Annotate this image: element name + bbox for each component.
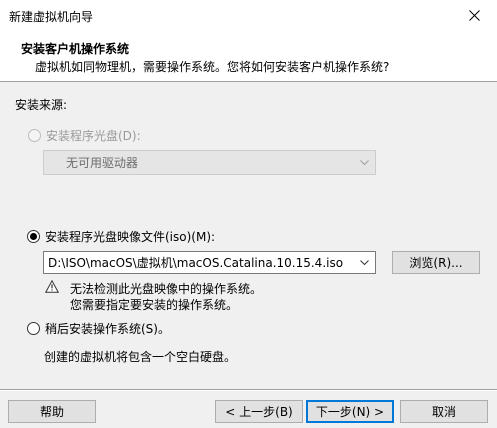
radio-button[interactable] (27, 230, 40, 243)
install-source-label: 安装来源: (15, 98, 68, 112)
next-button[interactable]: 下一步(N) > (306, 400, 394, 423)
cancel-button[interactable]: 取消 (400, 400, 488, 423)
radio-install-iso[interactable]: 安装程序光盘映像文件(iso)(M): (27, 228, 215, 245)
chevron-down-icon (357, 151, 371, 174)
help-button[interactable]: 帮助 (8, 400, 96, 423)
back-button[interactable]: < 上一步(B) (215, 400, 303, 423)
warning-icon (45, 280, 59, 293)
install-disc-label: 安装程序光盘(D): (46, 129, 141, 143)
wizard-header: 安装客户机操作系统 虚拟机如同物理机，需要操作系统。您将如何安装客户机操作系统? (0, 31, 497, 82)
warning-line-1: 无法检测此光盘映像中的操作系统。 (70, 282, 263, 296)
footer-divider (0, 389, 497, 391)
window-title: 新建虚拟机向导 (9, 10, 94, 24)
warning-line-2: 您需要指定要安装的操作系统。 (70, 298, 239, 312)
close-button[interactable] (451, 0, 497, 31)
close-icon (468, 10, 480, 21)
chevron-down-icon[interactable] (357, 252, 371, 273)
iso-path-combo[interactable]: D:\ISO\macOS\虚拟机\macOS.Catalina.10.15.4.… (43, 251, 376, 274)
page-subtitle: 虚拟机如同物理机，需要操作系统。您将如何安装客户机操作系统? (35, 60, 390, 74)
install-later-description: 创建的虚拟机将包含一个空白硬盘。 (44, 350, 237, 364)
install-iso-label: 安装程序光盘映像文件(iso)(M): (45, 230, 216, 244)
radio-install-later[interactable]: 稍后安装操作系统(S)。 (27, 320, 170, 337)
browse-button[interactable]: 浏览(R)... (392, 251, 480, 274)
title-bar: 新建虚拟机向导 (0, 0, 497, 31)
iso-path-value[interactable]: D:\ISO\macOS\虚拟机\macOS.Catalina.10.15.4.… (48, 254, 343, 271)
install-later-label: 稍后安装操作系统(S)。 (45, 322, 170, 336)
radio-install-disc[interactable]: 安装程序光盘(D): (28, 127, 141, 144)
drive-select[interactable]: 无可用驱动器 (43, 150, 376, 175)
page-title: 安装客户机操作系统 (21, 42, 130, 56)
radio-button[interactable] (28, 129, 41, 142)
radio-button[interactable] (27, 322, 40, 335)
drive-select-value: 无可用驱动器 (66, 156, 139, 170)
